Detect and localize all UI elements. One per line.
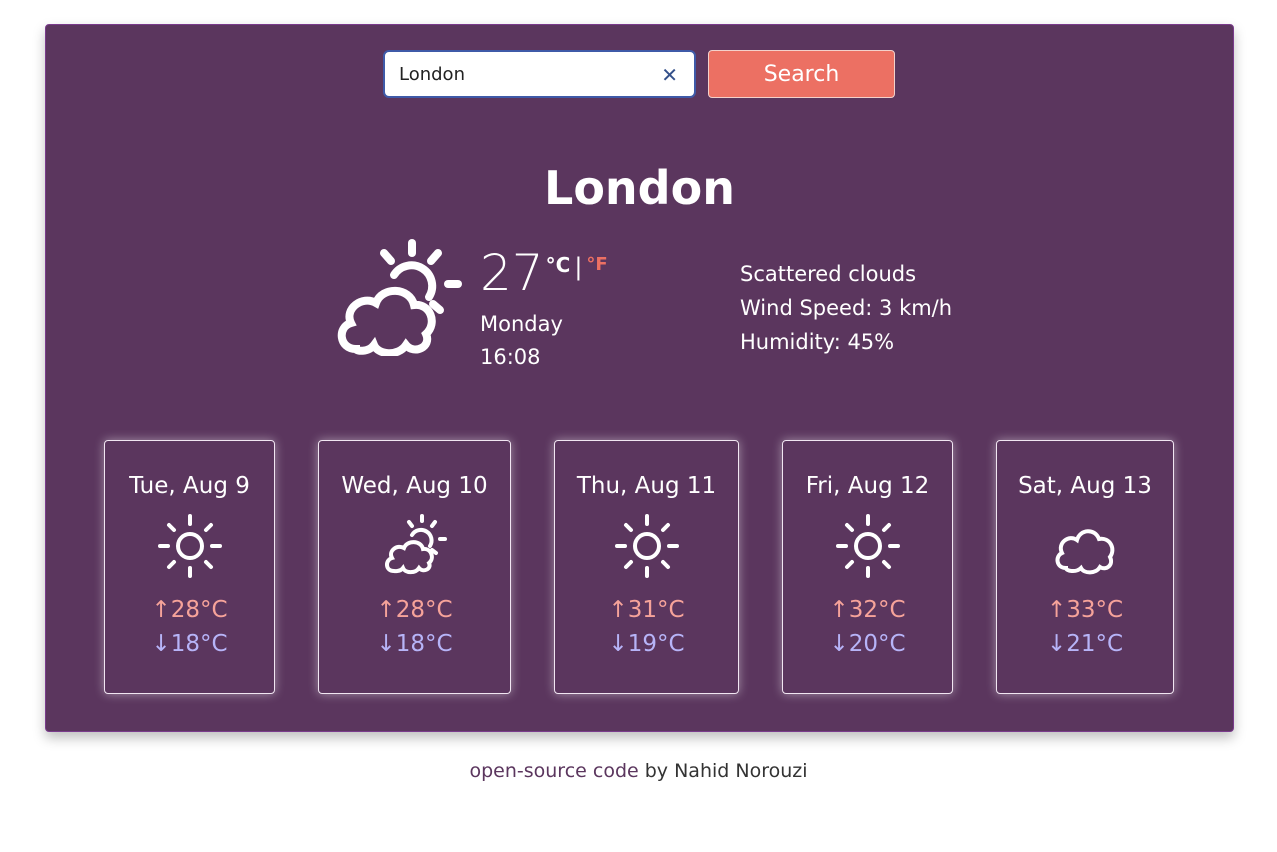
clear-icon[interactable]: ✕ — [661, 63, 678, 87]
forecast-max-temp: ↑31°C — [608, 597, 685, 623]
fahrenheit-toggle[interactable]: °F — [586, 254, 607, 275]
forecast-min-temp: ↓18°C — [376, 631, 453, 657]
footer: open-source code by Nahid Norouzi — [0, 760, 1277, 782]
forecast-card: Fri, Aug 12 ↑32°C ↓20°C — [782, 440, 953, 694]
forecast-card: Wed, Aug 10 ↑28°C ↓18°C — [318, 440, 511, 694]
temperature-row: 27 °C | °F — [480, 245, 608, 301]
forecast-card: Thu, Aug 11 ↑31°C ↓19°C — [554, 440, 739, 694]
unit-separator: | — [574, 253, 583, 281]
footer-author: by Nahid Norouzi — [638, 760, 808, 782]
search-field[interactable]: ✕ — [383, 50, 696, 98]
forecast-date: Tue, Aug 9 — [129, 473, 250, 499]
forecast-max-temp: ↑32°C — [829, 597, 906, 623]
partly-cloudy-icon — [337, 239, 462, 356]
current-time: 16:08 — [480, 345, 541, 369]
forecast-date: Fri, Aug 12 — [805, 473, 930, 499]
weather-app-panel: ✕ Search London 27°C|°F Monday 16:08 Sca… — [45, 24, 1234, 732]
sun-icon — [614, 514, 679, 578]
humidity: Humidity: 45% — [740, 330, 895, 354]
search-input[interactable] — [399, 52, 649, 96]
weather-description: Scattered clouds — [740, 262, 917, 286]
forecast-card: Sat, Aug 13 ↑33°C ↓21°C — [996, 440, 1174, 694]
forecast-max-temp: ↑28°C — [376, 597, 453, 623]
sun-icon — [157, 514, 222, 578]
forecast-card: Tue, Aug 9 ↑28°C ↓18°C — [104, 440, 275, 694]
forecast-date: Thu, Aug 11 — [576, 473, 717, 499]
sun-icon — [835, 514, 900, 578]
forecast-min-temp: ↓20°C — [829, 631, 906, 657]
temperature-value: 27 — [480, 244, 544, 302]
weather-details: Scattered clouds Wind Speed: 3 km/h Humi… — [740, 257, 952, 359]
search-button[interactable]: Search — [708, 50, 895, 98]
forecast-date: Wed, Aug 10 — [341, 473, 488, 499]
celsius-toggle[interactable]: °C — [546, 253, 571, 277]
partly-cloudy-icon — [384, 514, 447, 575]
forecast-min-temp: ↓19°C — [608, 631, 685, 657]
forecast-date: Sat, Aug 13 — [1018, 473, 1152, 499]
city-name: London — [544, 161, 735, 215]
forecast-max-temp: ↑33°C — [1046, 597, 1124, 623]
current-day: Monday — [480, 312, 563, 336]
cloud-icon — [1055, 529, 1115, 575]
source-code-link[interactable]: open-source code — [469, 760, 638, 782]
wind-speed: Wind Speed: 3 km/h — [740, 296, 953, 320]
forecast-max-temp: ↑28°C — [151, 597, 228, 623]
forecast-min-temp: ↓21°C — [1046, 631, 1124, 657]
forecast-min-temp: ↓18°C — [151, 631, 228, 657]
